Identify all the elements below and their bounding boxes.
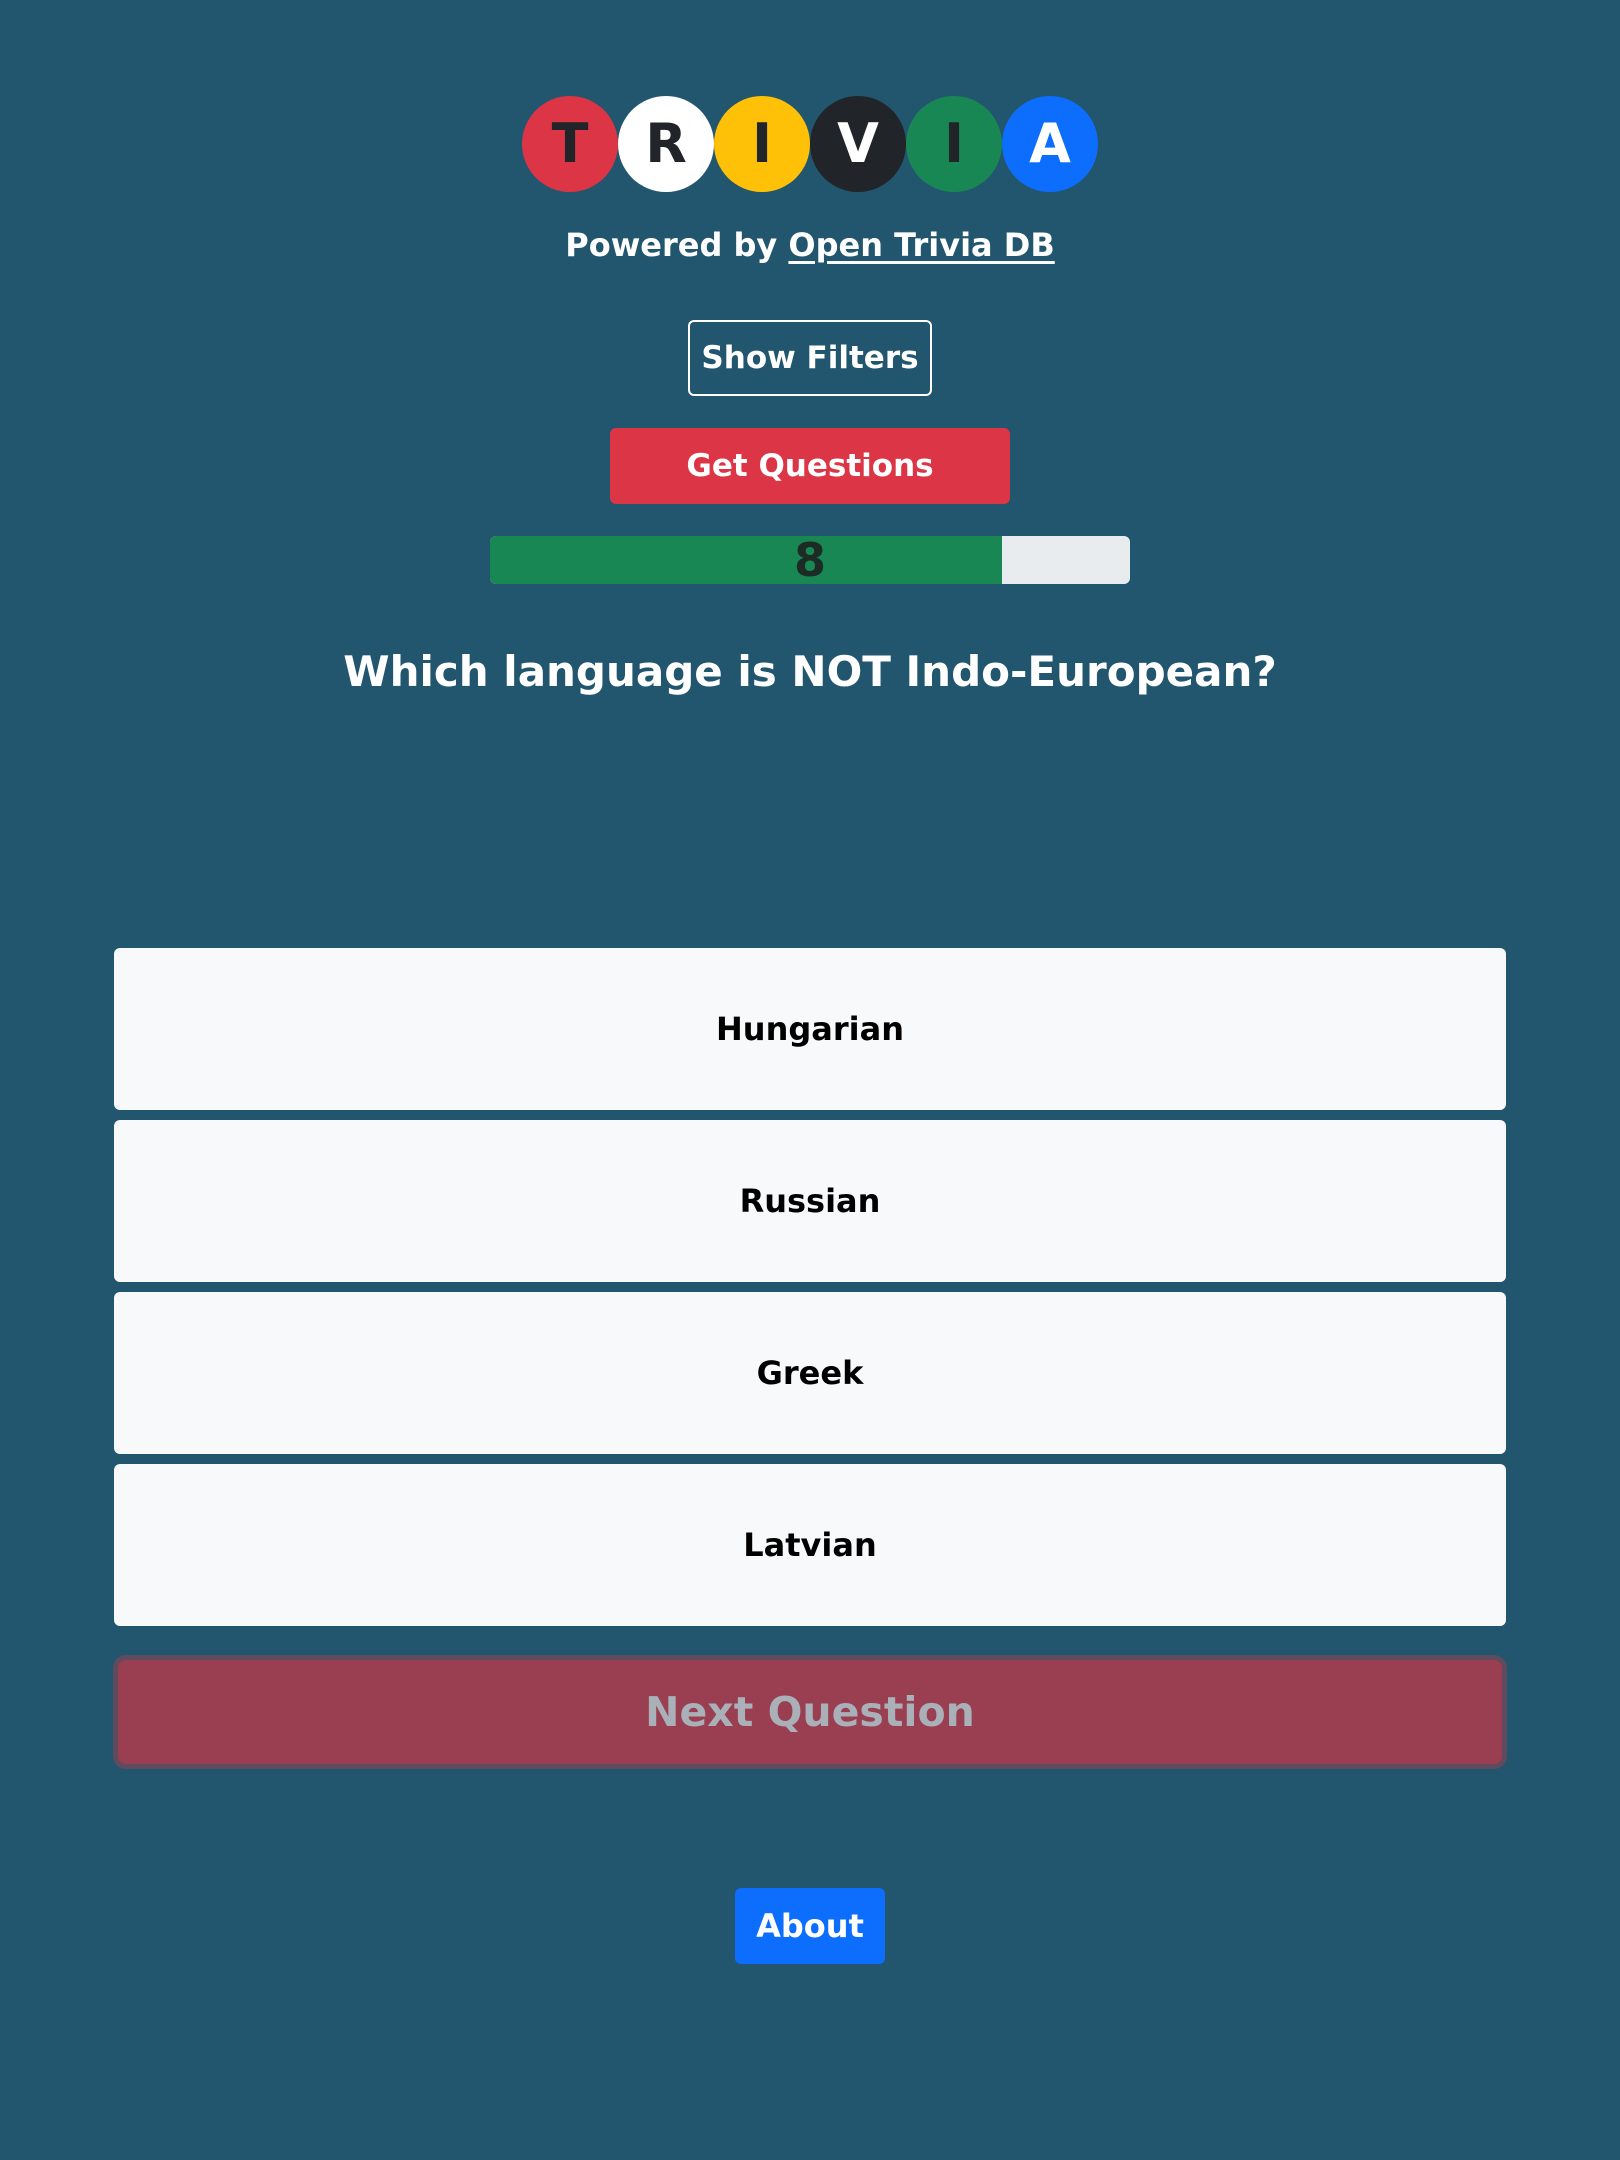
question-progress-bar: 8: [490, 536, 1130, 584]
logo-letter-r: R: [618, 96, 714, 192]
question-text: Which language is NOT Indo-European?: [343, 647, 1277, 696]
answer-list: Hungarian Russian Greek Latvian: [114, 948, 1506, 1636]
logo-letter-v: V: [810, 96, 906, 192]
logo-letter-t: T: [522, 96, 618, 192]
logo-letter-i: I: [714, 96, 810, 192]
trivia-logo: T R I V I A: [0, 96, 1620, 192]
get-questions-button[interactable]: Get Questions: [610, 428, 1010, 504]
answer-option-russian[interactable]: Russian: [114, 1120, 1506, 1282]
powered-by-prefix: Powered by: [565, 226, 778, 264]
open-trivia-db-link[interactable]: Open Trivia DB: [788, 226, 1054, 264]
logo-letter-a: A: [1002, 96, 1098, 192]
progress-label: 8: [793, 536, 826, 584]
answer-option-hungarian[interactable]: Hungarian: [114, 948, 1506, 1110]
powered-by-text: Powered by Open Trivia DB: [0, 226, 1620, 264]
logo-letter-i-second: I: [906, 96, 1002, 192]
show-filters-button[interactable]: Show Filters: [688, 320, 932, 396]
next-question-button[interactable]: Next Question: [118, 1660, 1502, 1764]
about-button[interactable]: About: [735, 1888, 885, 1964]
answer-option-latvian[interactable]: Latvian: [114, 1464, 1506, 1626]
answer-option-greek[interactable]: Greek: [114, 1292, 1506, 1454]
